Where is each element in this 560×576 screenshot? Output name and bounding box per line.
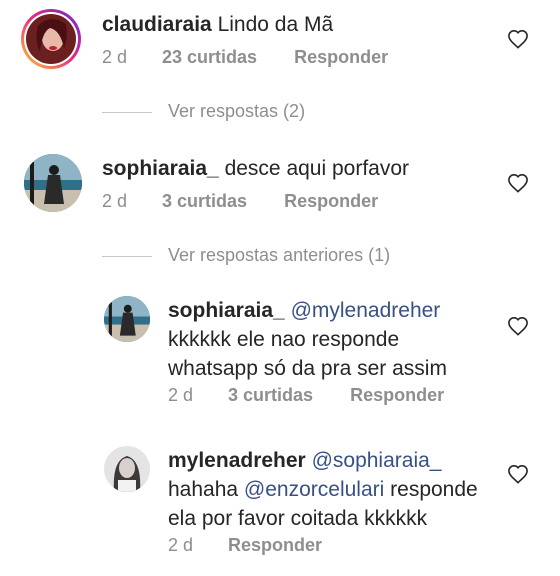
reply-text: sophiaraia_ @mylenadreher kkkkkk ele nao… <box>168 296 468 383</box>
reply-username[interactable]: sophiaraia_ <box>168 299 285 322</box>
reply-button[interactable]: Responder <box>228 535 322 556</box>
avatar-image <box>24 154 82 212</box>
avatar-sophiaraia[interactable] <box>104 296 150 342</box>
view-previous-replies-link[interactable]: Ver respostas anteriores (1) <box>102 245 390 266</box>
reply-time: 2 d <box>168 385 194 405</box>
heart-outline-icon <box>508 316 528 336</box>
comment-body: desce aqui porfavor <box>224 157 410 180</box>
avatar-claudiaraia[interactable] <box>20 8 82 70</box>
reply-meta: 2 d Responder <box>168 535 322 556</box>
heart-outline-icon <box>508 464 528 484</box>
likes-count[interactable]: 3 curtidas <box>162 191 247 212</box>
reply-body: kkkkkk ele nao responde whatsapp só da p… <box>168 328 447 380</box>
comment-meta: 2 d 23 curtidas Responder <box>102 47 388 68</box>
reply-button[interactable]: Responder <box>294 47 388 68</box>
mention-link[interactable]: @enzorcelulari <box>244 478 384 501</box>
comment-body: Lindo da Mã <box>217 13 334 36</box>
reply-button[interactable]: Responder <box>350 385 444 406</box>
reply-time: 2 d <box>168 535 194 555</box>
reply-body: hahaha <box>168 478 239 501</box>
like-button[interactable] <box>507 316 529 336</box>
reply-button[interactable]: Responder <box>284 191 378 212</box>
likes-count[interactable]: 23 curtidas <box>162 47 257 68</box>
comment-username[interactable]: sophiaraia_ <box>102 157 219 180</box>
comment-text: sophiaraia_ desce aqui porfavor <box>102 154 409 183</box>
avatar-image <box>104 446 150 492</box>
avatar-image <box>21 9 81 69</box>
like-button[interactable] <box>507 464 529 484</box>
reply-meta: 2 d 3 curtidas Responder <box>168 385 444 406</box>
heart-outline-icon <box>508 173 528 193</box>
comment-meta: 2 d 3 curtidas Responder <box>102 191 378 212</box>
avatar-image <box>104 296 150 342</box>
reply-username[interactable]: mylenadreher <box>168 449 306 472</box>
mention-link[interactable]: @mylenadreher <box>291 299 441 322</box>
avatar-sophiaraia[interactable] <box>24 154 82 212</box>
comment-time: 2 d <box>102 191 128 211</box>
like-button[interactable] <box>507 173 529 193</box>
avatar-mylenadreher[interactable] <box>104 446 150 492</box>
heart-outline-icon <box>508 29 528 49</box>
comment-time: 2 d <box>102 47 128 67</box>
view-replies-label: Ver respostas (2) <box>168 101 306 121</box>
likes-count[interactable]: 3 curtidas <box>228 385 313 406</box>
view-previous-replies-label: Ver respostas anteriores (1) <box>168 245 391 265</box>
comment-text: claudiaraia Lindo da Mã <box>102 10 333 39</box>
reply-text: mylenadreher @sophiaraia_ hahaha @enzorc… <box>168 446 498 533</box>
divider-line <box>102 255 152 257</box>
comment-username[interactable]: claudiaraia <box>102 13 212 36</box>
view-replies-link[interactable]: Ver respostas (2) <box>102 101 305 122</box>
like-button[interactable] <box>507 29 529 49</box>
divider-line <box>102 111 152 113</box>
mention-link[interactable]: @sophiaraia_ <box>312 449 442 472</box>
